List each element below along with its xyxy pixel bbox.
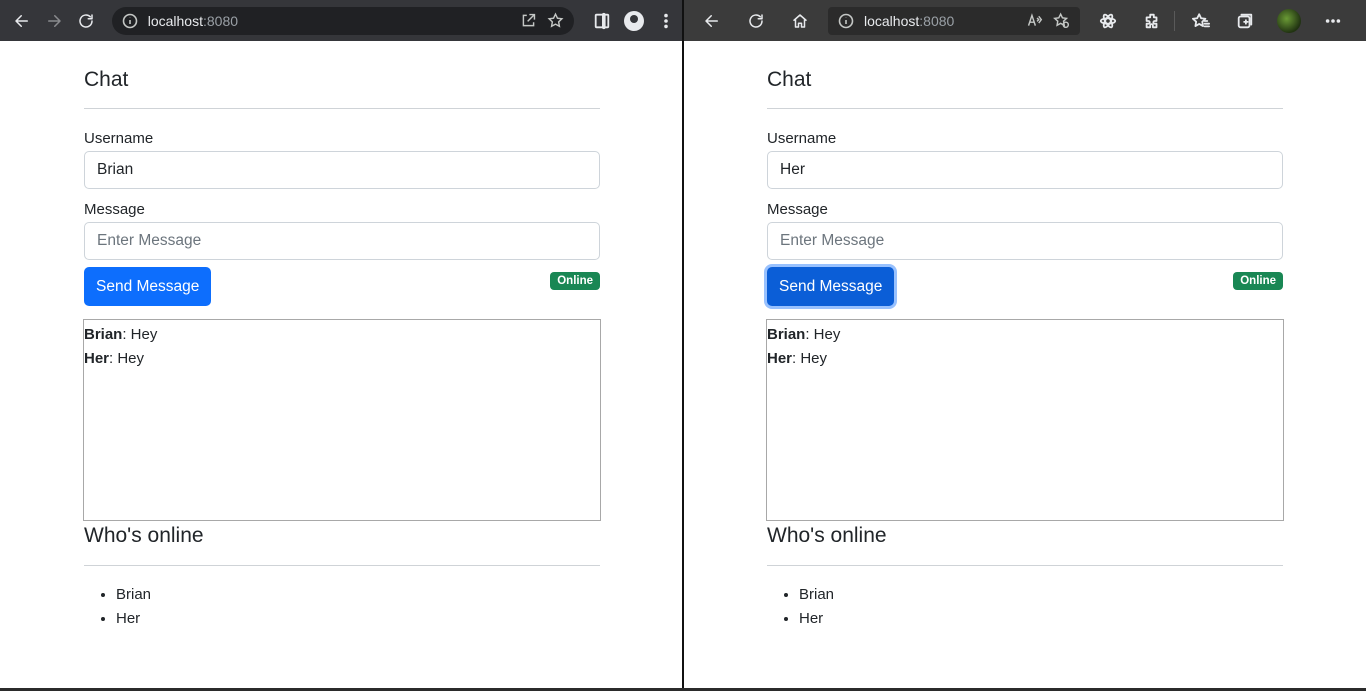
send-message-button[interactable]: Send Message bbox=[767, 267, 895, 306]
read-aloud-icon[interactable] bbox=[1026, 12, 1043, 29]
add-favorite-icon[interactable] bbox=[1053, 12, 1070, 29]
message-item: Brian: Hey bbox=[84, 323, 600, 347]
message-log: Brian: Hey Her: Hey bbox=[766, 319, 1284, 521]
message-user: Brian bbox=[767, 326, 806, 343]
edge-toolbar: localhost:8080 bbox=[684, 0, 1366, 41]
home-icon[interactable] bbox=[784, 5, 816, 37]
refresh-icon[interactable] bbox=[740, 5, 772, 37]
online-user-item: Brian bbox=[116, 583, 600, 607]
status-badge: Online bbox=[550, 272, 600, 290]
message-input[interactable]: Enter Message bbox=[767, 222, 1283, 260]
back-arrow-icon[interactable] bbox=[6, 5, 38, 37]
url-port: :8080 bbox=[202, 12, 239, 29]
message-item: Her: Hey bbox=[767, 347, 1283, 371]
chat-page: Chat Username Brian Message Enter Messag… bbox=[83, 41, 601, 631]
message-label: Message bbox=[84, 201, 145, 218]
message-text: : Hey bbox=[122, 326, 158, 343]
message-user: Her bbox=[84, 350, 110, 367]
online-user-list: Brian Her bbox=[84, 583, 600, 631]
online-user-item: Her bbox=[116, 607, 600, 631]
info-icon[interactable] bbox=[122, 13, 138, 29]
url-port: :8080 bbox=[919, 12, 955, 29]
profile-icon[interactable] bbox=[618, 5, 650, 37]
extensions-icon[interactable] bbox=[1136, 5, 1168, 37]
status-badge: Online bbox=[1233, 272, 1283, 290]
online-user-item: Her bbox=[799, 607, 1283, 631]
forward-arrow-icon[interactable] bbox=[38, 5, 70, 37]
message-input[interactable]: Enter Message bbox=[84, 222, 600, 260]
bookmark-star-icon[interactable] bbox=[547, 12, 564, 29]
message-item: Brian: Hey bbox=[767, 323, 1283, 347]
message-user: Her bbox=[767, 350, 793, 367]
reload-icon[interactable] bbox=[70, 5, 102, 37]
share-icon[interactable] bbox=[520, 12, 537, 29]
favorites-icon[interactable] bbox=[1185, 5, 1217, 37]
address-bar[interactable]: localhost:8080 bbox=[828, 6, 1080, 35]
back-arrow-icon[interactable] bbox=[696, 5, 728, 37]
message-label: Message bbox=[767, 201, 828, 218]
edge-window: localhost:8080 Chat Username Her Message bbox=[684, 0, 1366, 691]
message-text: : Hey bbox=[109, 350, 145, 367]
more-menu-icon[interactable] bbox=[1317, 5, 1349, 37]
username-input[interactable]: Brian bbox=[84, 151, 600, 189]
divider bbox=[767, 108, 1283, 109]
profile-avatar[interactable] bbox=[1273, 5, 1305, 37]
address-bar[interactable]: localhost:8080 bbox=[111, 6, 575, 35]
username-label: Username bbox=[767, 130, 837, 147]
chat-page: Chat Username Her Message Enter Message … bbox=[766, 41, 1284, 631]
chrome-window: localhost:8080 Chat Username Brian Messa… bbox=[0, 0, 682, 691]
info-icon[interactable] bbox=[838, 13, 854, 29]
divider bbox=[84, 108, 600, 109]
toolbar-separator bbox=[1174, 10, 1175, 31]
message-text: : Hey bbox=[792, 350, 828, 367]
page-title: Chat bbox=[767, 68, 812, 91]
chrome-toolbar: localhost:8080 bbox=[0, 0, 682, 41]
send-message-button[interactable]: Send Message bbox=[84, 267, 212, 306]
url-host: localhost bbox=[147, 12, 203, 29]
message-text: : Hey bbox=[805, 326, 841, 343]
side-panel-icon[interactable] bbox=[586, 5, 618, 37]
online-heading: Who's online bbox=[767, 524, 887, 547]
url-host: localhost bbox=[864, 12, 920, 29]
message-user: Brian bbox=[84, 326, 123, 343]
username-input[interactable]: Her bbox=[767, 151, 1283, 189]
message-log: Brian: Hey Her: Hey bbox=[83, 319, 601, 521]
message-item: Her: Hey bbox=[84, 347, 600, 371]
divider bbox=[767, 565, 1283, 566]
collections-icon[interactable] bbox=[1229, 5, 1261, 37]
page-title: Chat bbox=[84, 68, 129, 91]
online-heading: Who's online bbox=[84, 524, 204, 547]
divider bbox=[84, 565, 600, 566]
react-devtools-icon[interactable] bbox=[1092, 5, 1124, 37]
more-menu-icon[interactable] bbox=[650, 5, 682, 37]
online-user-list: Brian Her bbox=[767, 583, 1283, 631]
online-user-item: Brian bbox=[799, 583, 1283, 607]
username-label: Username bbox=[84, 130, 154, 147]
